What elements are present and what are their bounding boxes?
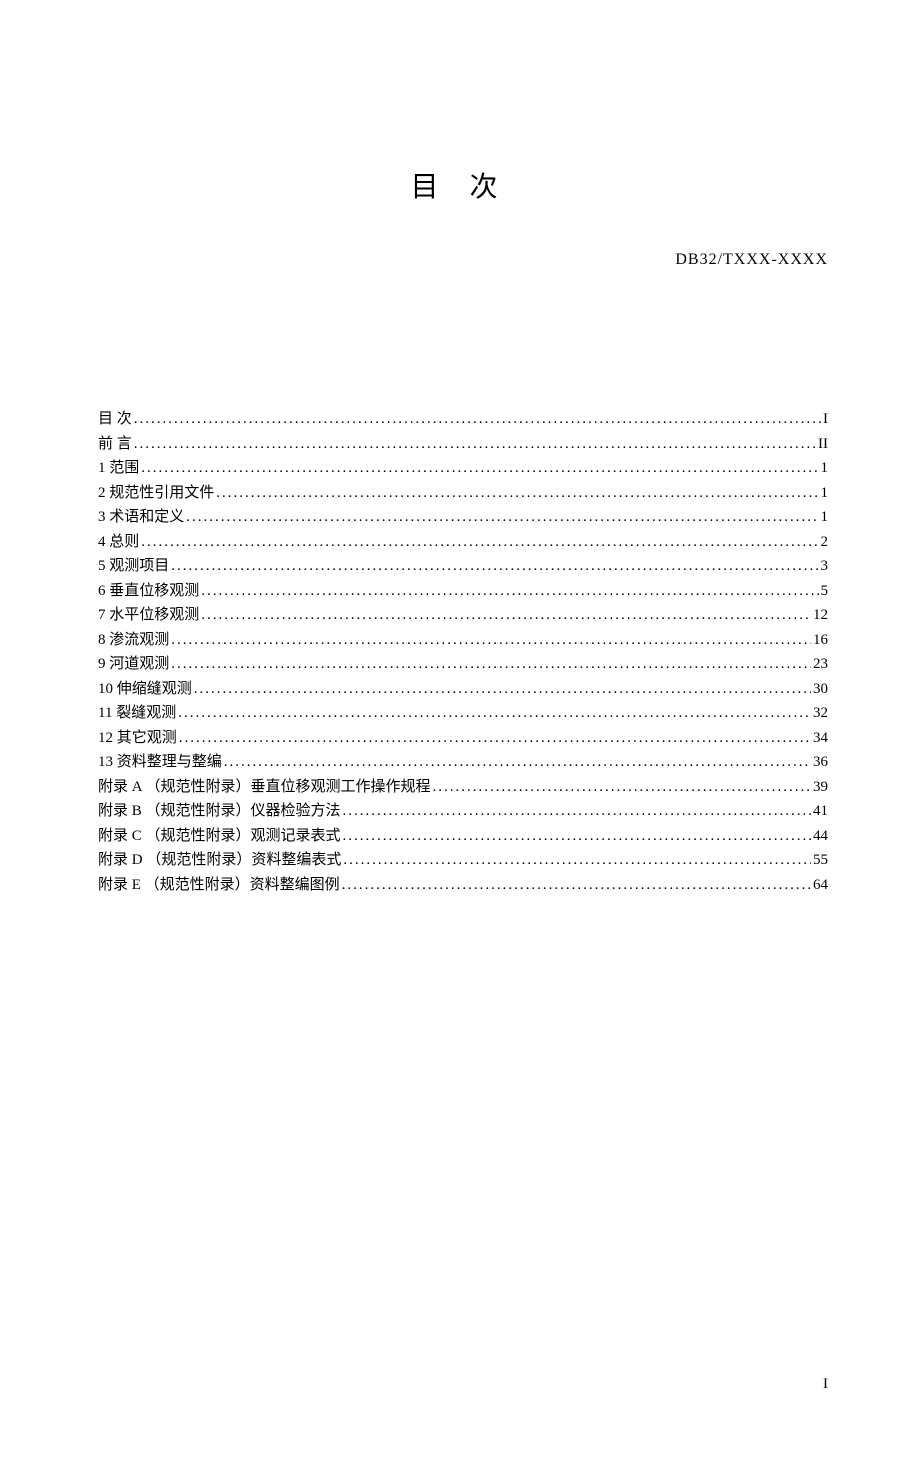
toc-entry-page: 39 (813, 775, 828, 800)
toc-leader-dots (433, 775, 811, 800)
toc-entry-page: 5 (821, 579, 829, 604)
toc-entry: 3 术语和定义 1 (98, 505, 828, 530)
toc-leader-dots (141, 456, 818, 481)
toc-entry: 13 资料整理与整编 36 (98, 750, 828, 775)
toc-entry-page: 36 (813, 750, 828, 775)
toc-entry-label: 10 伸缩缝观测 (98, 677, 192, 702)
toc-entry: 7 水平位移观测 12 (98, 603, 828, 628)
toc-leader-dots (342, 873, 811, 898)
toc-entry-page: 1 (821, 481, 829, 506)
table-of-contents: 目 次I前 言II1 范围12 规范性引用文件13 术语和定义14 总则25 观… (98, 407, 828, 897)
toc-entry-label: 附录 A （规范性附录）垂直位移观测工作操作规程 (98, 775, 431, 800)
toc-entry-label: 附录 B （规范性附录）仪器检验方法 (98, 799, 341, 824)
toc-entry-page: 32 (813, 701, 828, 726)
toc-entry-label: 4 总则 (98, 530, 139, 555)
document-code: DB32/TXXX-XXXX (675, 251, 828, 269)
toc-entry-label: 附录 C （规范性附录）观测记录表式 (98, 824, 341, 849)
toc-leader-dots (179, 726, 811, 751)
toc-entry: 4 总则 2 (98, 530, 828, 555)
toc-entry-label: 3 术语和定义 (98, 505, 184, 530)
toc-leader-dots (171, 652, 811, 677)
toc-entry: 前 言 II (98, 432, 828, 457)
toc-entry: 9 河道观测 23 (98, 652, 828, 677)
toc-entry-page: 34 (813, 726, 828, 751)
toc-entry-label: 目 次 (98, 407, 132, 432)
toc-entry: 12 其它观测 34 (98, 726, 828, 751)
toc-entry-page: 30 (813, 677, 828, 702)
toc-entry-label: 1 范围 (98, 456, 139, 481)
toc-leader-dots (186, 505, 818, 530)
toc-entry-label: 12 其它观测 (98, 726, 177, 751)
toc-entry: 附录 B （规范性附录）仪器检验方法 41 (98, 799, 828, 824)
toc-leader-dots (171, 554, 818, 579)
page-number: I (823, 1376, 828, 1393)
toc-leader-dots (141, 530, 818, 555)
toc-entry-page: 23 (813, 652, 828, 677)
toc-entry-page: 1 (821, 505, 829, 530)
toc-entry-page: 16 (813, 628, 828, 653)
toc-entry-page: 1 (821, 456, 829, 481)
toc-entry-label: 前 言 (98, 432, 132, 457)
toc-entry-label: 附录 D （规范性附录）资料整编表式 (98, 848, 341, 873)
toc-entry-page: II (818, 432, 828, 457)
toc-leader-dots (201, 603, 811, 628)
toc-leader-dots (171, 628, 811, 653)
toc-entry-page: I (823, 407, 828, 432)
toc-entry-label: 11 裂缝观测 (98, 701, 176, 726)
toc-entry-page: 12 (813, 603, 828, 628)
toc-entry-label: 2 规范性引用文件 (98, 481, 214, 506)
toc-entry: 附录 E （规范性附录）资料整编图例 64 (98, 873, 828, 898)
toc-entry: 附录 A （规范性附录）垂直位移观测工作操作规程 39 (98, 775, 828, 800)
page-title: 目 次 (0, 165, 920, 205)
toc-entry: 附录 D （规范性附录）资料整编表式 55 (98, 848, 828, 873)
toc-entry-page: 3 (821, 554, 829, 579)
toc-leader-dots (343, 799, 811, 824)
toc-entry: 2 规范性引用文件 1 (98, 481, 828, 506)
toc-entry-label: 13 资料整理与整编 (98, 750, 222, 775)
toc-entry-label: 5 观测项目 (98, 554, 169, 579)
toc-leader-dots (343, 848, 811, 873)
toc-entry: 11 裂缝观测 32 (98, 701, 828, 726)
toc-entry: 8 渗流观测 16 (98, 628, 828, 653)
toc-entry-page: 44 (813, 824, 828, 849)
toc-leader-dots (194, 677, 811, 702)
toc-entry-page: 55 (813, 848, 828, 873)
toc-leader-dots (178, 701, 811, 726)
toc-leader-dots (343, 824, 811, 849)
toc-entry: 目 次I (98, 407, 828, 432)
toc-leader-dots (134, 432, 816, 457)
toc-leader-dots (224, 750, 811, 775)
toc-leader-dots (216, 481, 818, 506)
toc-entry: 附录 C （规范性附录）观测记录表式 44 (98, 824, 828, 849)
toc-entry-label: 7 水平位移观测 (98, 603, 199, 628)
toc-leader-dots (134, 407, 821, 432)
toc-leader-dots (201, 579, 818, 604)
toc-entry-label: 8 渗流观测 (98, 628, 169, 653)
toc-entry-label: 9 河道观测 (98, 652, 169, 677)
toc-entry: 6 垂直位移观测 5 (98, 579, 828, 604)
toc-entry: 1 范围 1 (98, 456, 828, 481)
toc-entry-label: 附录 E （规范性附录）资料整编图例 (98, 873, 340, 898)
toc-entry-page: 2 (821, 530, 829, 555)
toc-entry-page: 64 (813, 873, 828, 898)
toc-entry-label: 6 垂直位移观测 (98, 579, 199, 604)
toc-entry: 5 观测项目 3 (98, 554, 828, 579)
toc-entry-page: 41 (813, 799, 828, 824)
toc-entry: 10 伸缩缝观测 30 (98, 677, 828, 702)
